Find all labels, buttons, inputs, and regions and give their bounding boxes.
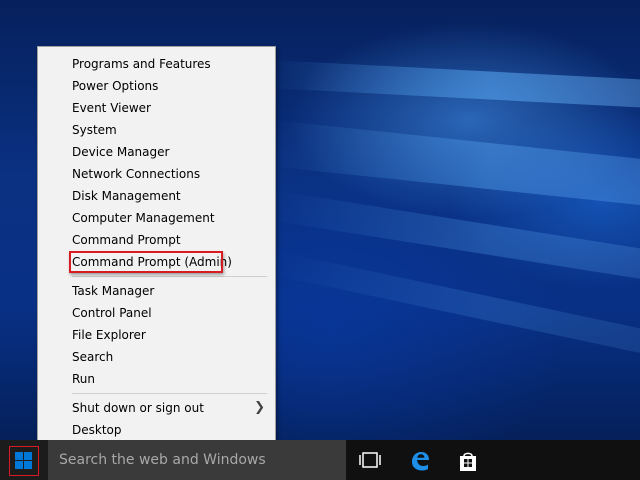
edge-icon — [412, 452, 429, 471]
highlight-box — [69, 251, 223, 273]
menu-item-label: Computer Management — [72, 211, 215, 225]
menu-item-label: Search — [72, 350, 114, 364]
menu-item-label: File Explorer — [72, 328, 146, 342]
menu-item-label: Control Panel — [72, 306, 152, 320]
wallpaper-light-beam — [269, 60, 640, 109]
menu-item-command-prompt-admin[interactable]: Command Prompt (Admin) — [38, 251, 275, 273]
search-box[interactable] — [48, 440, 346, 480]
taskbar — [0, 440, 640, 480]
menu-item-label: System — [72, 123, 117, 137]
menu-item-disk-management[interactable]: Disk Management — [38, 185, 275, 207]
menu-item-network-connections[interactable]: Network Connections — [38, 163, 275, 185]
menu-item-label: Shut down or sign out — [72, 401, 204, 415]
wallpaper-light-beam — [267, 120, 640, 208]
store-icon — [460, 452, 476, 471]
task-view-button[interactable] — [346, 440, 394, 480]
edge-browser-button[interactable] — [396, 440, 444, 480]
menu-item-label: Task Manager — [72, 284, 155, 298]
menu-separator — [72, 393, 267, 394]
store-button[interactable] — [444, 440, 492, 480]
task-view-icon — [359, 452, 381, 468]
menu-item-search[interactable]: Search — [38, 346, 275, 368]
menu-item-device-manager[interactable]: Device Manager — [38, 141, 275, 163]
menu-item-shut-down-or-sign-out[interactable]: Shut down or sign out ❯ — [38, 397, 275, 419]
menu-item-file-explorer[interactable]: File Explorer — [38, 324, 275, 346]
menu-item-power-options[interactable]: Power Options — [38, 75, 275, 97]
menu-item-label: Network Connections — [72, 167, 201, 181]
chevron-right-icon: ❯ — [254, 400, 265, 415]
menu-item-system[interactable]: System — [38, 119, 275, 141]
menu-item-label: Device Manager — [72, 145, 170, 159]
menu-item-command-prompt[interactable]: Command Prompt — [38, 229, 275, 251]
menu-item-computer-management[interactable]: Computer Management — [38, 207, 275, 229]
menu-item-label: Run — [72, 372, 96, 386]
menu-item-label: Disk Management — [72, 189, 181, 203]
menu-item-task-manager[interactable]: Task Manager — [38, 280, 275, 302]
menu-item-label: Event Viewer — [72, 101, 151, 115]
power-user-context-menu: Programs and Features Power Options Even… — [37, 46, 276, 446]
windows-logo-icon — [15, 452, 32, 469]
menu-item-control-panel[interactable]: Control Panel — [38, 302, 275, 324]
menu-item-label: Command Prompt — [72, 233, 181, 247]
menu-item-event-viewer[interactable]: Event Viewer — [38, 97, 275, 119]
menu-item-label: Desktop — [72, 423, 122, 437]
menu-item-run[interactable]: Run — [38, 368, 275, 390]
menu-item-programs-and-features[interactable]: Programs and Features — [38, 53, 275, 75]
menu-item-label: Power Options — [72, 79, 159, 93]
menu-separator — [72, 276, 267, 277]
start-button[interactable] — [0, 440, 48, 480]
menu-item-label: Programs and Features — [72, 57, 211, 71]
search-input[interactable] — [59, 440, 339, 480]
menu-item-desktop[interactable]: Desktop — [38, 419, 275, 441]
